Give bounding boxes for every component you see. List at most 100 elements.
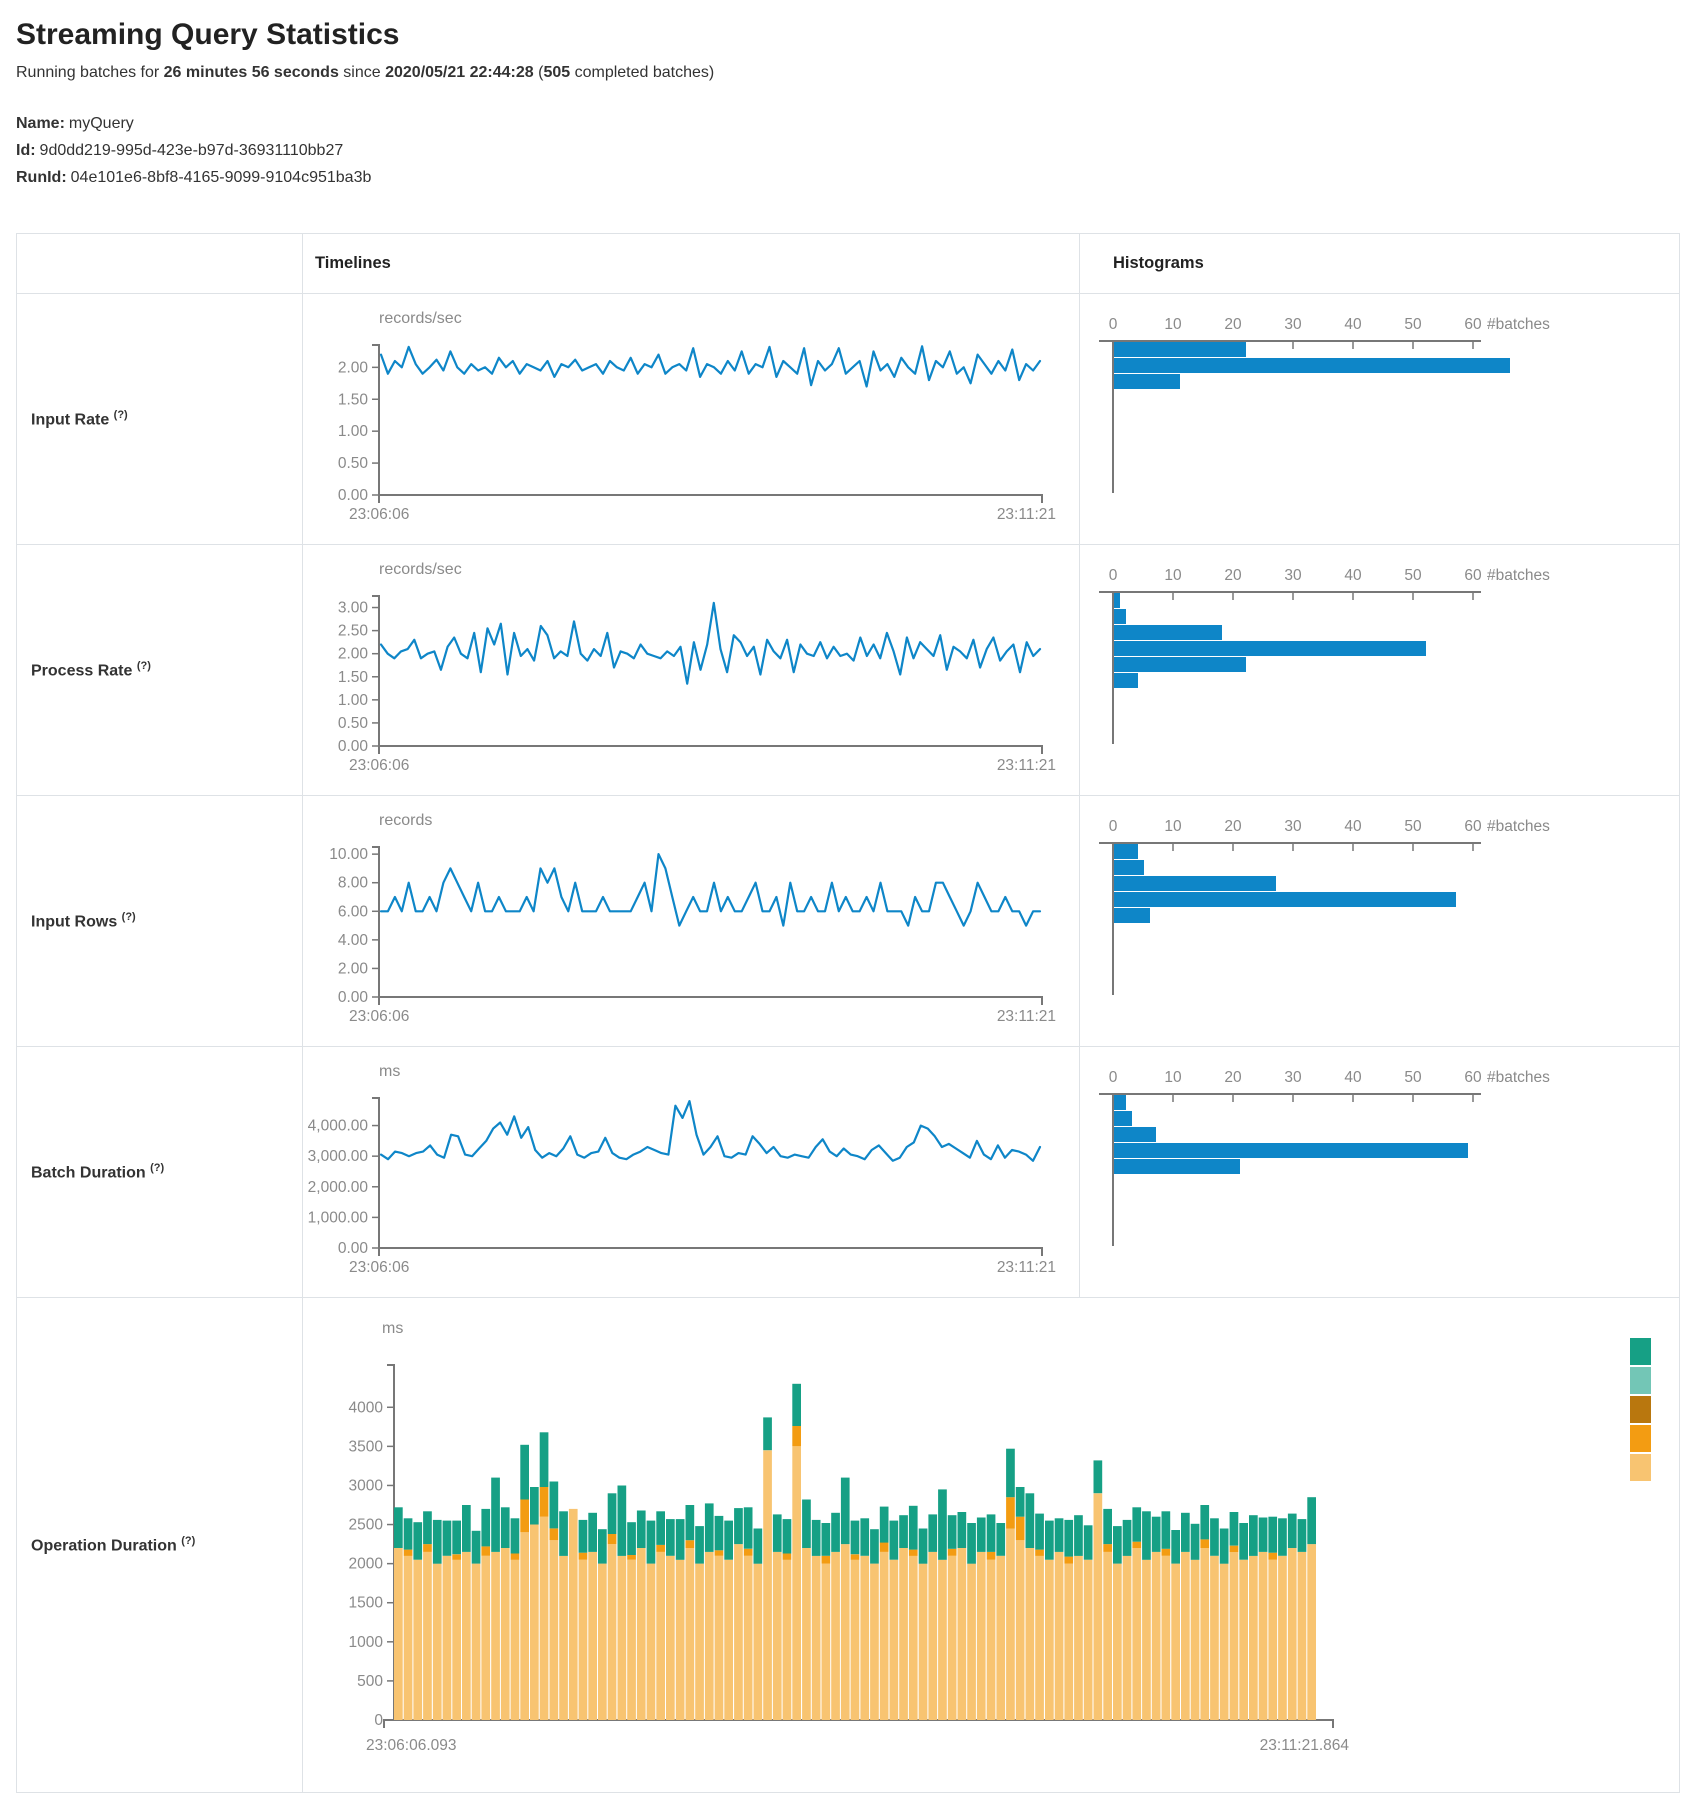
svg-text:23:11:21: 23:11:21 xyxy=(997,506,1056,523)
svg-text:50: 50 xyxy=(1404,567,1422,584)
svg-text:2,000.00: 2,000.00 xyxy=(308,1179,369,1196)
svg-text:10: 10 xyxy=(1164,1069,1182,1086)
process-rate-timeline-cell: records/sec3.002.502.001.501.000.500.002… xyxy=(303,545,1080,796)
operation-duration-label-cell: Operation Duration (?) xyxy=(17,1298,303,1793)
svg-text:23:06:06: 23:06:06 xyxy=(349,1008,409,1025)
svg-text:1.00: 1.00 xyxy=(338,423,369,440)
svg-text:#batches: #batches xyxy=(1487,818,1550,835)
svg-text:10: 10 xyxy=(1164,316,1182,333)
batches-open-paren: ( xyxy=(534,64,544,81)
input-rows-label: Input Rows xyxy=(31,913,117,930)
svg-text:1.50: 1.50 xyxy=(338,391,369,408)
svg-text:23:11:21: 23:11:21 xyxy=(997,757,1056,774)
svg-text:0: 0 xyxy=(374,1712,383,1729)
input-rate-help-hint[interactable]: (?) xyxy=(114,409,128,421)
batch-duration-label: Batch Duration xyxy=(31,1164,146,1181)
running-prefix: Running batches for xyxy=(16,64,164,81)
svg-text:500: 500 xyxy=(357,1673,383,1690)
statistics-table: Timelines Histograms Input Rate (?) reco… xyxy=(16,233,1680,1793)
process-rate-label: Process Rate xyxy=(31,662,132,679)
svg-text:20: 20 xyxy=(1224,316,1242,333)
svg-text:20: 20 xyxy=(1224,1069,1242,1086)
batch-duration-label-cell: Batch Duration (?) xyxy=(17,1047,303,1298)
svg-text:30: 30 xyxy=(1284,1069,1302,1086)
input-rate-timeline-chart: records/sec2.001.501.000.500.0023:06:062… xyxy=(303,301,1057,537)
svg-text:0.00: 0.00 xyxy=(338,738,369,755)
svg-text:50: 50 xyxy=(1404,818,1422,835)
svg-text:0: 0 xyxy=(1109,316,1118,333)
svg-text:3500: 3500 xyxy=(349,1438,384,1455)
svg-text:50: 50 xyxy=(1404,316,1422,333)
svg-text:#batches: #batches xyxy=(1487,316,1550,333)
completed-batches-count: 505 xyxy=(543,64,570,81)
query-runid-value: 04e101e6-8bf8-4165-9099-9104c951ba3b xyxy=(71,169,372,186)
svg-text:0: 0 xyxy=(1109,818,1118,835)
table-row-process-rate: Process Rate (?) records/sec3.002.502.00… xyxy=(17,545,1680,796)
svg-text:3,000.00: 3,000.00 xyxy=(308,1148,369,1165)
svg-text:10: 10 xyxy=(1164,818,1182,835)
operation-duration-legend xyxy=(1630,1338,1651,1483)
query-id-line: Id:9d0dd219-995d-423e-b97d-36931110bb27 xyxy=(16,137,1693,164)
svg-text:30: 30 xyxy=(1284,567,1302,584)
operation-duration-label: Operation Duration xyxy=(31,1537,177,1554)
svg-text:ms: ms xyxy=(379,1063,400,1080)
query-runid-label: RunId: xyxy=(16,169,67,186)
svg-text:60: 60 xyxy=(1464,567,1482,584)
input-rows-timeline-cell: records10.008.006.004.002.000.0023:06:06… xyxy=(303,796,1080,1047)
svg-text:8.00: 8.00 xyxy=(338,875,369,892)
svg-text:50: 50 xyxy=(1404,1069,1422,1086)
query-name-line: Name:myQuery xyxy=(16,110,1693,137)
svg-text:records/sec: records/sec xyxy=(379,561,462,578)
table-row-input-rows: Input Rows (?) records10.008.006.004.002… xyxy=(17,796,1680,1047)
svg-text:4000: 4000 xyxy=(349,1399,384,1416)
batch-duration-histogram-cell: 0102030405060#batches xyxy=(1080,1047,1680,1298)
input-rate-histogram-chart: 0102030405060#batches xyxy=(1080,301,1636,537)
process-rate-help-hint[interactable]: (?) xyxy=(137,660,151,672)
input-rate-label: Input Rate xyxy=(31,411,109,428)
svg-text:3000: 3000 xyxy=(349,1477,384,1494)
batch-duration-help-hint[interactable]: (?) xyxy=(150,1162,164,1174)
batch-duration-timeline-cell: ms4,000.003,000.002,000.001,000.000.0023… xyxy=(303,1047,1080,1298)
input-rows-timeline-chart: records10.008.006.004.002.000.0023:06:06… xyxy=(303,803,1057,1039)
query-name-value: myQuery xyxy=(69,115,134,132)
svg-text:40: 40 xyxy=(1344,818,1362,835)
operation-duration-stacked-chart: ms4000350030002500200015001000500023:06:… xyxy=(303,1305,1613,1785)
process-rate-histogram-chart: 0102030405060#batches xyxy=(1080,552,1636,788)
process-rate-timeline-chart: records/sec3.002.502.001.501.000.500.002… xyxy=(303,552,1057,788)
header-histograms: Histograms xyxy=(1080,234,1680,294)
legend-swatch xyxy=(1630,1367,1651,1394)
batches-suffix: completed batches) xyxy=(570,64,714,81)
process-rate-histogram-cell: 0102030405060#batches xyxy=(1080,545,1680,796)
batch-duration-timeline-chart: ms4,000.003,000.002,000.001,000.000.0023… xyxy=(303,1054,1057,1290)
since-text: since xyxy=(339,64,385,81)
svg-text:23:06:06.093: 23:06:06.093 xyxy=(366,1737,457,1754)
svg-text:0.00: 0.00 xyxy=(338,1240,369,1257)
svg-text:0.50: 0.50 xyxy=(338,715,369,732)
svg-text:records: records xyxy=(379,812,432,829)
svg-text:1,000.00: 1,000.00 xyxy=(308,1209,369,1226)
svg-text:10.00: 10.00 xyxy=(329,846,368,863)
svg-text:2.00: 2.00 xyxy=(338,960,369,977)
legend-swatch xyxy=(1630,1425,1651,1452)
table-header-row: Timelines Histograms xyxy=(17,234,1680,294)
svg-text:40: 40 xyxy=(1344,316,1362,333)
svg-text:0.00: 0.00 xyxy=(338,989,369,1006)
header-empty-cell xyxy=(17,234,303,294)
start-time: 2020/05/21 22:44:28 xyxy=(385,64,534,81)
input-rows-label-cell: Input Rows (?) xyxy=(17,796,303,1047)
query-id-label: Id: xyxy=(16,142,36,159)
table-row-batch-duration: Batch Duration (?) ms4,000.003,000.002,0… xyxy=(17,1047,1680,1298)
svg-text:40: 40 xyxy=(1344,1069,1362,1086)
input-rows-help-hint[interactable]: (?) xyxy=(122,911,136,923)
svg-text:30: 30 xyxy=(1284,818,1302,835)
operation-duration-help-hint[interactable]: (?) xyxy=(181,1535,195,1547)
svg-text:23:11:21.864: 23:11:21.864 xyxy=(1260,1737,1350,1754)
svg-text:2500: 2500 xyxy=(349,1517,384,1534)
input-rate-label-cell: Input Rate (?) xyxy=(17,294,303,545)
table-row-input-rate: Input Rate (?) records/sec2.001.501.000.… xyxy=(17,294,1680,545)
svg-text:23:06:06: 23:06:06 xyxy=(349,757,409,774)
svg-text:20: 20 xyxy=(1224,818,1242,835)
svg-text:1500: 1500 xyxy=(349,1595,384,1612)
svg-text:23:11:21: 23:11:21 xyxy=(997,1259,1056,1276)
header-timelines: Timelines xyxy=(303,234,1080,294)
